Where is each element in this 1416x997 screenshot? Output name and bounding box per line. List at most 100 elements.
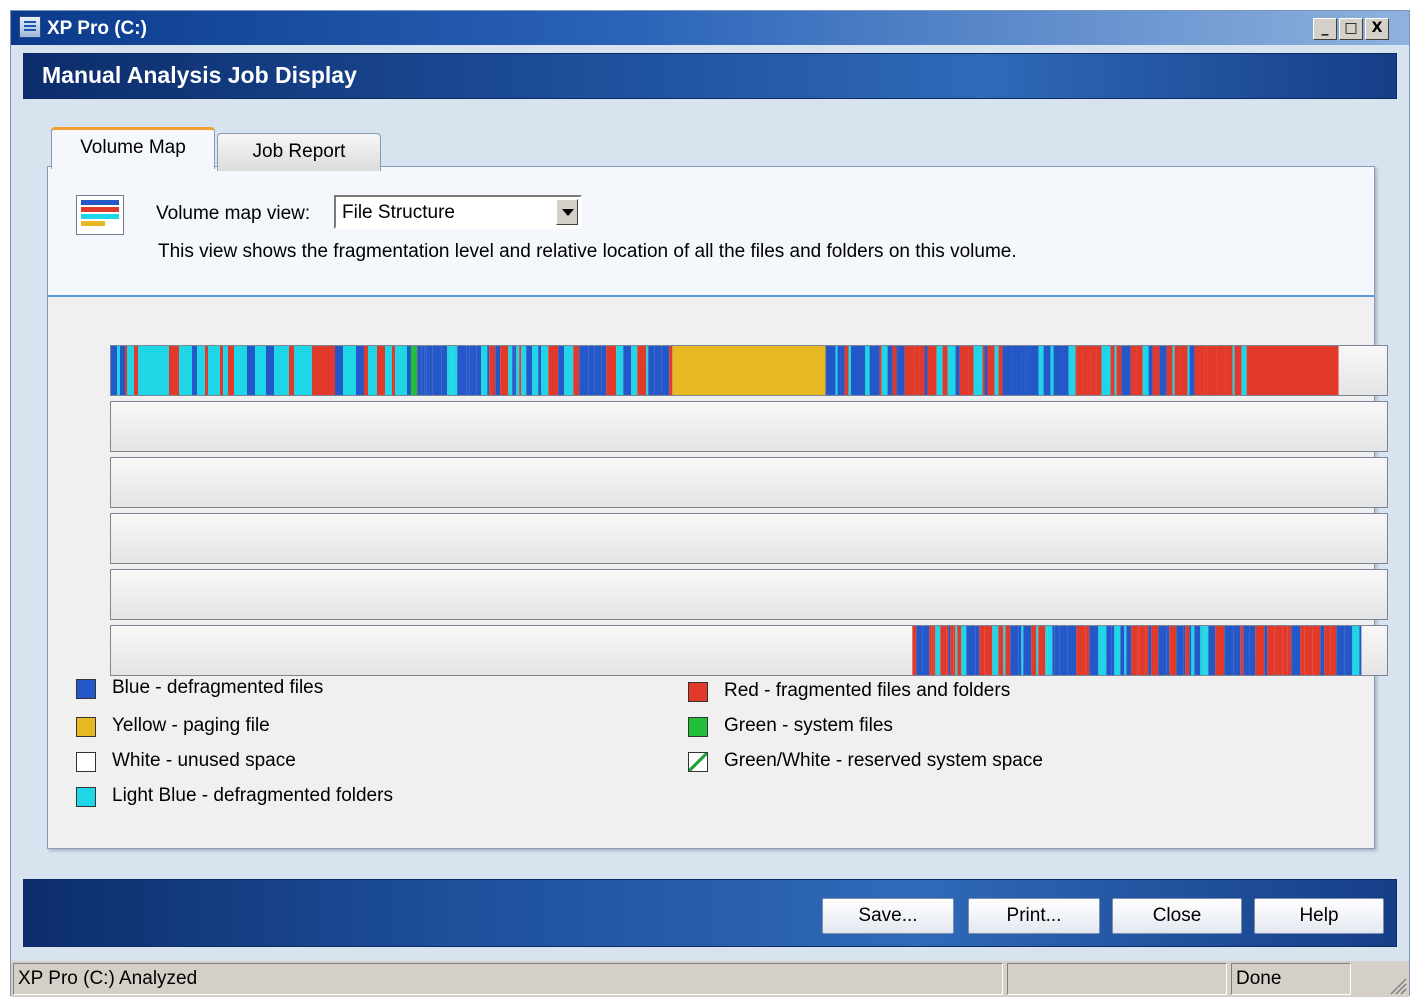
fragment-stripe bbox=[516, 346, 519, 395]
tab-job-report[interactable]: Job Report bbox=[217, 133, 381, 171]
fragment-stripe bbox=[1063, 346, 1069, 395]
legend-label: Yellow - paging file bbox=[112, 715, 270, 737]
fragment-stripe bbox=[1181, 346, 1188, 395]
fragment-stripe bbox=[521, 346, 526, 395]
fragment-stripe bbox=[258, 346, 264, 395]
fragment-stripe bbox=[1204, 626, 1206, 675]
fragment-stripe bbox=[558, 346, 564, 395]
fragment-stripe bbox=[526, 346, 532, 395]
fragment-stripe bbox=[240, 346, 247, 395]
fragment-stripe bbox=[579, 346, 588, 395]
fragment-stripe bbox=[353, 346, 356, 395]
fragment-stripe bbox=[1274, 626, 1282, 675]
fragment-stripe bbox=[960, 346, 969, 395]
fragment-stripe bbox=[325, 346, 335, 395]
fragment-stripe bbox=[514, 346, 516, 395]
fragment-stripe bbox=[447, 346, 451, 395]
fragment-stripe bbox=[1344, 626, 1352, 675]
fragment-stripe bbox=[1051, 346, 1054, 395]
fragment-stripe bbox=[826, 346, 836, 395]
status-main: XP Pro (C:) Analyzed bbox=[13, 963, 1003, 995]
fragment-stripe bbox=[512, 346, 514, 395]
fragment-stripe bbox=[1194, 626, 1200, 675]
fragment-stripe bbox=[1069, 346, 1076, 395]
fragment-stripe bbox=[538, 346, 541, 395]
button-bar: Save... Print... Close Help bbox=[23, 879, 1397, 947]
fragment-stripe bbox=[1059, 626, 1067, 675]
tab-volume-map[interactable]: Volume Map bbox=[51, 127, 215, 169]
fragment-stripe bbox=[961, 626, 966, 675]
fragment-stripe bbox=[159, 346, 166, 395]
fragment-stripe bbox=[1359, 626, 1361, 675]
resize-grip-icon[interactable] bbox=[1387, 975, 1407, 995]
fragment-stripe bbox=[1023, 626, 1031, 675]
chevron-down-icon[interactable] bbox=[556, 199, 578, 225]
fragment-stripe bbox=[1052, 626, 1054, 675]
fragment-stripe bbox=[870, 346, 880, 395]
fragment-stripe bbox=[405, 346, 407, 395]
volume-map-row bbox=[110, 625, 1388, 676]
close-button[interactable]: Close bbox=[1112, 898, 1242, 934]
fragment-stripe bbox=[1022, 346, 1026, 395]
help-button[interactable]: Help bbox=[1254, 898, 1384, 934]
fragment-stripe bbox=[1031, 626, 1036, 675]
fragment-stripe bbox=[1167, 346, 1173, 395]
fragment-stripe bbox=[208, 346, 214, 395]
fragment-stripe bbox=[169, 346, 179, 395]
fragment-stripe bbox=[220, 346, 223, 395]
fragment-stripe bbox=[1195, 346, 1205, 395]
save-button[interactable]: Save... bbox=[822, 898, 954, 934]
fragment-stripe bbox=[284, 346, 289, 395]
fragment-stripe bbox=[151, 346, 159, 395]
fragment-stripe bbox=[421, 346, 424, 395]
legend-label: Green - system files bbox=[724, 715, 893, 737]
fragment-stripe bbox=[985, 346, 988, 395]
page-title: Manual Analysis Job Display bbox=[42, 62, 357, 89]
minimize-button[interactable]: _ bbox=[1313, 18, 1337, 40]
fragment-stripe bbox=[1026, 346, 1029, 395]
fragment-stripe bbox=[1191, 626, 1194, 675]
fragment-stripe bbox=[481, 346, 487, 395]
fragment-stripe bbox=[441, 346, 447, 395]
fragment-stripe bbox=[1173, 346, 1175, 395]
fragment-stripe bbox=[1336, 626, 1344, 675]
fragment-stripe bbox=[995, 346, 999, 395]
fragment-stripe bbox=[266, 346, 274, 395]
fragment-stripe bbox=[1249, 626, 1255, 675]
fragment-stripe bbox=[654, 346, 661, 395]
fragment-stripe bbox=[1003, 346, 1013, 395]
volume-map-view-select[interactable]: File Structure bbox=[334, 195, 582, 229]
legend-label: Blue - defragmented files bbox=[112, 677, 323, 699]
volume-map-row bbox=[110, 513, 1388, 564]
fragment-stripe bbox=[1190, 346, 1195, 395]
fragment-stripe bbox=[1039, 346, 1044, 395]
maximize-button[interactable]: □ bbox=[1339, 18, 1363, 40]
fragment-stripe bbox=[1208, 346, 1217, 395]
title-bar[interactable]: XP Pro (C:) _ □ X bbox=[11, 11, 1409, 45]
fragment-stripe bbox=[1324, 626, 1330, 675]
fragment-stripe bbox=[368, 346, 370, 395]
print-button[interactable]: Print... bbox=[968, 898, 1100, 934]
fragment-stripe bbox=[1115, 346, 1117, 395]
legend-swatch bbox=[76, 787, 96, 807]
fragment-stripe bbox=[893, 346, 897, 395]
fragment-stripe bbox=[424, 346, 426, 395]
close-window-button[interactable]: X bbox=[1365, 18, 1389, 40]
fragment-stripe bbox=[1029, 346, 1039, 395]
fragment-stripe bbox=[836, 346, 838, 395]
fragment-stripe bbox=[1235, 346, 1242, 395]
legend-swatch bbox=[76, 717, 96, 737]
fragment-stripe bbox=[905, 346, 915, 395]
legend-swatch bbox=[76, 679, 96, 699]
fragment-stripe bbox=[117, 346, 120, 395]
fragment-stripe bbox=[1255, 626, 1264, 675]
fragment-stripe bbox=[865, 346, 870, 395]
fragment-stripe bbox=[646, 346, 648, 395]
fragment-stripe bbox=[882, 346, 888, 395]
fragment-stripe bbox=[1282, 626, 1287, 675]
fragment-stripe bbox=[1243, 626, 1249, 675]
fragment-stripe bbox=[1089, 626, 1098, 675]
fragment-stripe bbox=[888, 346, 893, 395]
fragment-stripe bbox=[197, 346, 205, 395]
window-title: XP Pro (C:) bbox=[47, 18, 147, 40]
